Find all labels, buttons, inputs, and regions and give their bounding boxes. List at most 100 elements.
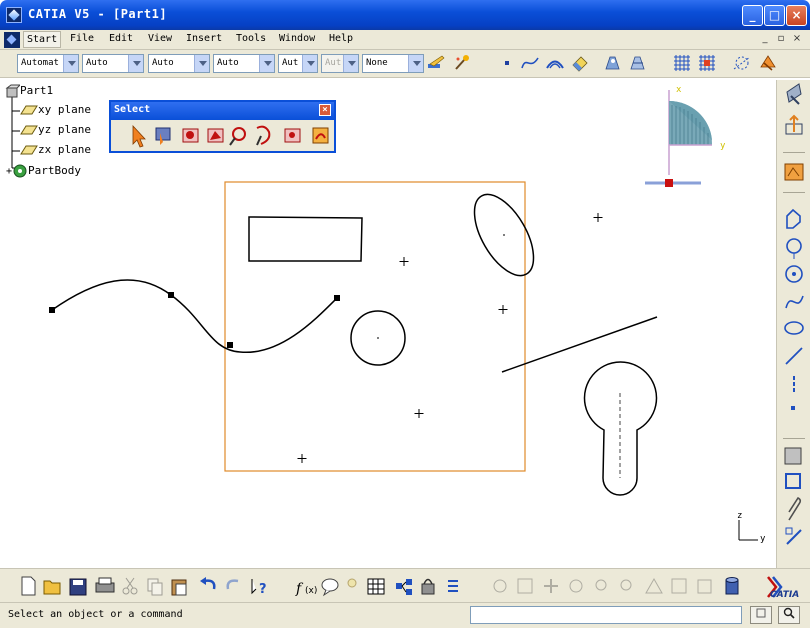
constraint-icon[interactable] xyxy=(785,473,801,489)
sketch-points xyxy=(297,213,603,463)
plane-icon xyxy=(20,105,38,115)
search-icon xyxy=(783,607,795,619)
paste-icon[interactable] xyxy=(171,579,187,596)
mdi-restore-button[interactable]: ▫ xyxy=(774,32,788,46)
tree-item-partbody[interactable]: + PartBody xyxy=(6,163,81,179)
catalog-icon[interactable] xyxy=(396,579,412,595)
tree-item-xy-plane[interactable]: xy plane xyxy=(20,103,91,116)
part-icon xyxy=(5,84,22,98)
catia-logo: CATIA xyxy=(762,573,804,601)
close-button[interactable]: × xyxy=(786,5,807,26)
sketch-point xyxy=(498,305,508,314)
copy-icon[interactable] xyxy=(147,578,163,596)
plane-icon xyxy=(20,145,38,155)
svg-text:f: f xyxy=(295,581,304,597)
command-input[interactable] xyxy=(470,606,742,624)
axis-y-label: y xyxy=(760,534,766,544)
ellipse-icon[interactable] xyxy=(784,321,804,335)
open-folder-icon[interactable] xyxy=(43,580,61,595)
sketch-spline xyxy=(51,279,338,353)
new-file-icon[interactable] xyxy=(21,576,36,596)
selection-trap-rectangle xyxy=(224,181,526,472)
stop-command-button[interactable] xyxy=(750,606,772,624)
tree-item-label: zx plane xyxy=(38,143,91,156)
select-toolbar-title: Select xyxy=(114,104,151,115)
spline-control-point xyxy=(168,292,174,298)
select-toolbar-panel[interactable]: Select × xyxy=(109,100,336,153)
free-hand-trap-icon[interactable] xyxy=(229,127,246,146)
lightbulb-icon[interactable] xyxy=(347,578,357,588)
sketch-tools-toolbar xyxy=(776,80,810,568)
cylinder-icon[interactable] xyxy=(725,577,739,595)
view-tools-disabled xyxy=(493,577,712,594)
operation-icon[interactable] xyxy=(784,447,802,465)
tree-item-label: yz plane xyxy=(38,123,91,136)
export-icon[interactable] xyxy=(785,114,803,135)
whats-this-icon[interactable]: ? xyxy=(251,579,267,597)
compass-widget xyxy=(645,90,713,187)
mdi-close-button[interactable]: × xyxy=(790,32,804,46)
dimension-icon[interactable] xyxy=(785,527,802,545)
intersecting-outside-trap-icon[interactable] xyxy=(284,128,301,143)
lock-icon[interactable] xyxy=(421,578,435,595)
knowledge-advisor-icon[interactable] xyxy=(321,578,339,597)
point-circle-icon[interactable] xyxy=(786,238,802,259)
tree-item-label: Part1 xyxy=(20,84,54,97)
stop-icon xyxy=(756,608,766,618)
select-toolbar-icons xyxy=(132,124,329,148)
paint-stroke-selection-icon[interactable] xyxy=(312,127,329,144)
outside-trap-icon[interactable] xyxy=(256,125,271,146)
redo-icon[interactable] xyxy=(226,579,239,590)
status-message: Select an object or a command xyxy=(8,609,183,620)
catia-logo-text: CATIA xyxy=(770,590,800,600)
sketch-canvas[interactable]: x y z y xyxy=(0,0,776,568)
point-tool-icon[interactable] xyxy=(791,406,795,410)
compass-y-label: y xyxy=(720,141,726,151)
body-gear-icon xyxy=(13,164,27,178)
status-bar: Select an object or a command xyxy=(0,602,810,628)
intersecting-trap-icon[interactable] xyxy=(182,128,199,143)
undo-icon[interactable] xyxy=(200,577,216,590)
tree-item-yz-plane[interactable]: yz plane xyxy=(20,123,91,136)
tree-item-zx-plane[interactable]: zx plane xyxy=(20,143,91,156)
compass-x-label: x xyxy=(676,85,682,95)
sketch-rectangle xyxy=(248,216,363,262)
profile-constraint-icon[interactable] xyxy=(784,163,804,181)
select-arrow-icon[interactable] xyxy=(132,124,146,148)
circle-center-point xyxy=(377,337,379,339)
select-toolbar-titlebar[interactable]: Select × xyxy=(111,102,334,120)
standard-toolbar: ? f (x) CATIA xyxy=(0,568,810,602)
polygon-trap-icon[interactable] xyxy=(207,128,224,143)
paperclip-icon[interactable] xyxy=(788,496,802,521)
axis-triad xyxy=(738,520,758,541)
table-icon[interactable] xyxy=(367,578,385,595)
formula-icon[interactable]: f (x) xyxy=(295,581,317,597)
sketch-point xyxy=(399,257,409,266)
sketch-point xyxy=(297,454,307,463)
close-icon[interactable]: × xyxy=(319,104,331,116)
search-button[interactable] xyxy=(778,606,800,624)
plane-icon xyxy=(20,125,38,135)
spline-control-point xyxy=(334,295,340,301)
spline-control-point xyxy=(49,307,55,313)
cut-icon[interactable] xyxy=(122,577,138,595)
spline-control-point xyxy=(227,342,233,348)
svg-text:(x): (x) xyxy=(305,586,317,596)
ellipse-center-point xyxy=(503,234,505,236)
tree-item-part1[interactable]: Part1 xyxy=(4,83,53,99)
exit-workbench-icon[interactable] xyxy=(786,83,802,105)
svg-text:?: ? xyxy=(259,582,267,597)
tree-item-label: xy plane xyxy=(38,103,91,116)
save-icon[interactable] xyxy=(69,578,87,596)
axis-z-label: z xyxy=(737,511,742,521)
profile-icon[interactable] xyxy=(786,208,801,229)
sketch-point xyxy=(593,213,603,222)
circle-icon[interactable] xyxy=(785,265,803,283)
line-icon[interactable] xyxy=(785,347,803,365)
list-icon[interactable] xyxy=(448,580,458,592)
spline-tool-icon[interactable] xyxy=(785,295,804,309)
print-icon[interactable] xyxy=(95,577,115,593)
right-toolbar-icons xyxy=(783,83,805,545)
selection-trap-icon[interactable] xyxy=(155,127,171,145)
tree-item-label: PartBody xyxy=(28,164,82,177)
